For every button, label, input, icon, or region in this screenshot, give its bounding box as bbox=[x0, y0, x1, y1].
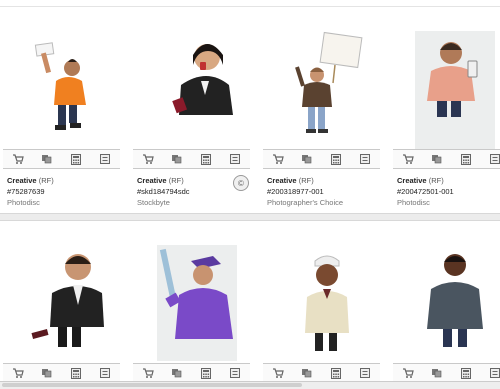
result-thumbnail[interactable] bbox=[161, 31, 241, 149]
lightbox-icon[interactable] bbox=[431, 368, 443, 379]
image-details-icon[interactable] bbox=[229, 154, 241, 165]
image-id[interactable]: #200472501-001 bbox=[397, 186, 500, 197]
result-toolbar bbox=[263, 363, 380, 383]
lightbox-icon[interactable] bbox=[171, 368, 183, 379]
result-toolbar bbox=[3, 363, 120, 383]
image-details-icon[interactable] bbox=[489, 368, 500, 379]
calculate-price-icon[interactable] bbox=[330, 153, 342, 165]
lightbox-icon[interactable] bbox=[171, 154, 183, 165]
image-id[interactable]: #75287639 bbox=[7, 186, 122, 197]
image-provider[interactable]: Photographer's Choice bbox=[267, 197, 382, 208]
add-to-cart-icon[interactable] bbox=[272, 368, 284, 379]
result-thumbnail[interactable] bbox=[157, 245, 237, 361]
result-toolbar bbox=[393, 149, 500, 169]
calculate-price-icon[interactable] bbox=[460, 367, 472, 379]
results-row-2 bbox=[0, 221, 500, 383]
calculate-price-icon[interactable] bbox=[330, 367, 342, 379]
result-toolbar bbox=[133, 363, 250, 383]
result-toolbar bbox=[133, 149, 250, 169]
license-name: Creative bbox=[267, 176, 297, 185]
calculate-price-icon[interactable] bbox=[460, 153, 472, 165]
calculate-price-icon[interactable] bbox=[200, 153, 212, 165]
lightbox-icon[interactable] bbox=[41, 154, 53, 165]
scrollbar-thumb[interactable] bbox=[2, 383, 302, 387]
add-to-cart-icon[interactable] bbox=[272, 154, 284, 165]
license-label: Creative (RF) bbox=[267, 175, 382, 186]
add-to-cart-icon[interactable] bbox=[142, 368, 154, 379]
result-thumbnail[interactable] bbox=[28, 31, 108, 149]
add-to-cart-icon[interactable] bbox=[12, 368, 24, 379]
calculate-price-icon[interactable] bbox=[70, 367, 82, 379]
license-type: (RF) bbox=[168, 176, 184, 185]
lightbox-icon[interactable] bbox=[301, 154, 313, 165]
lightbox-icon[interactable] bbox=[301, 368, 313, 379]
result-thumbnail[interactable] bbox=[28, 245, 108, 361]
image-details-icon[interactable] bbox=[359, 154, 371, 165]
image-details-icon[interactable] bbox=[229, 368, 241, 379]
calculate-price-icon[interactable] bbox=[200, 367, 212, 379]
calculate-price-icon[interactable] bbox=[70, 153, 82, 165]
row-separator bbox=[0, 213, 500, 221]
lightbox-icon[interactable] bbox=[431, 154, 443, 165]
license-label: Creative (RF) bbox=[7, 175, 122, 186]
result-thumbnail[interactable] bbox=[291, 31, 371, 149]
image-details-icon[interactable] bbox=[99, 368, 111, 379]
image-provider[interactable]: Photodisc bbox=[7, 197, 122, 208]
result-toolbar bbox=[263, 149, 380, 169]
license-name: Creative bbox=[7, 176, 37, 185]
license-type: (RF) bbox=[38, 176, 54, 185]
result-thumbnail[interactable] bbox=[415, 31, 495, 149]
result-toolbar bbox=[393, 363, 500, 383]
image-provider[interactable]: Stockbyte bbox=[137, 197, 252, 208]
license-label: Creative (RF) bbox=[397, 175, 500, 186]
lightbox-icon[interactable] bbox=[41, 368, 53, 379]
results-row-1: Creative (RF) #75287639 Photodisc Creati… bbox=[0, 7, 500, 213]
license-type: (RF) bbox=[428, 176, 444, 185]
result-toolbar bbox=[3, 149, 120, 169]
image-details-icon[interactable] bbox=[489, 154, 500, 165]
image-id[interactable]: #200318977-001 bbox=[267, 186, 382, 197]
result-meta: Creative (RF) #200318977-001 Photographe… bbox=[267, 175, 382, 208]
add-to-cart-icon[interactable] bbox=[402, 368, 414, 379]
add-to-cart-icon[interactable] bbox=[12, 154, 24, 165]
image-provider[interactable]: Photodisc bbox=[397, 197, 500, 208]
license-type: (RF) bbox=[298, 176, 314, 185]
add-to-cart-icon[interactable] bbox=[142, 154, 154, 165]
top-border bbox=[0, 0, 500, 7]
license-name: Creative bbox=[397, 176, 427, 185]
image-details-icon[interactable] bbox=[99, 154, 111, 165]
result-thumbnail[interactable] bbox=[287, 245, 367, 361]
image-details-icon[interactable] bbox=[359, 368, 371, 379]
result-meta: Creative (RF) #75287639 Photodisc bbox=[7, 175, 122, 208]
add-to-cart-icon[interactable] bbox=[402, 154, 414, 165]
license-name: Creative bbox=[137, 176, 167, 185]
result-meta: Creative (RF) #200472501-001 Photodisc bbox=[397, 175, 500, 208]
copyright-badge-icon[interactable]: © bbox=[233, 175, 249, 191]
result-thumbnail[interactable] bbox=[415, 245, 495, 361]
